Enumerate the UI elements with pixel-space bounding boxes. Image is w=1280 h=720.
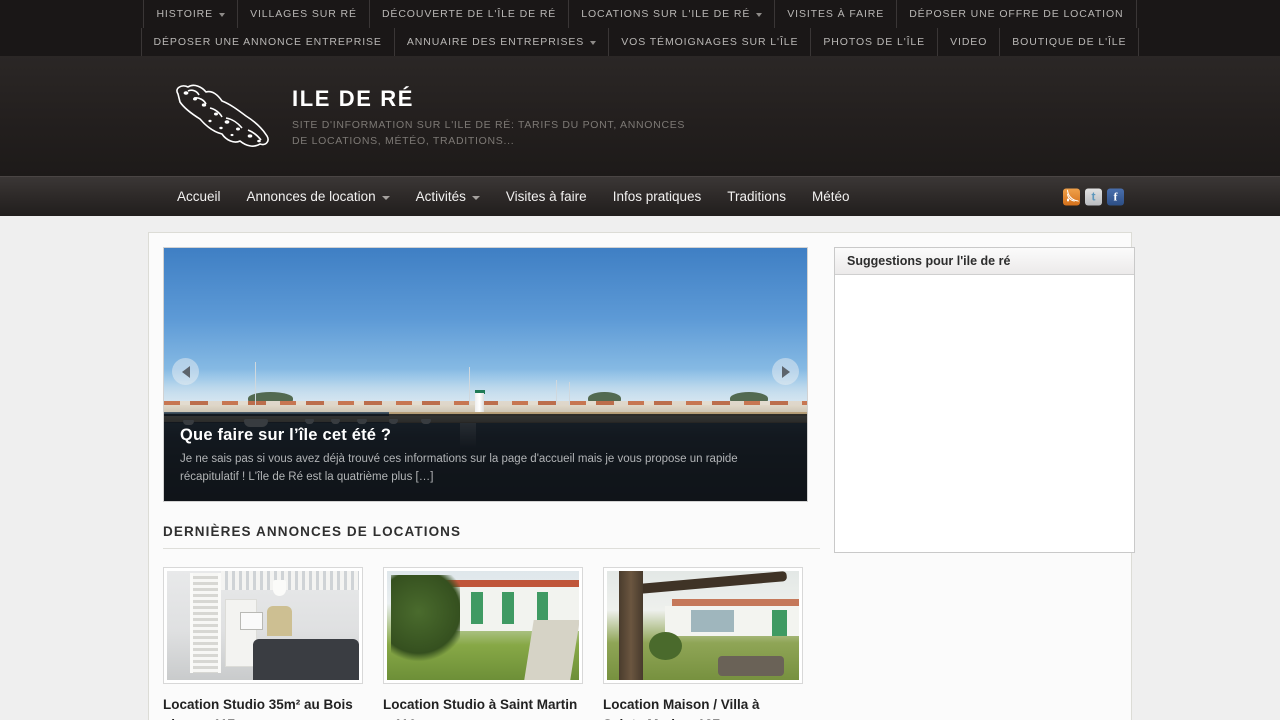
listing-card[interactable]: Location Maison / Villa à Sainte Marie –… <box>603 567 803 720</box>
nav-item-meteo[interactable]: Météo <box>799 177 863 216</box>
facebook-glyph: f <box>1113 189 1118 204</box>
slider-next-button[interactable] <box>772 358 799 385</box>
topnav-item-locations[interactable]: Locations sur l'ile de Ré <box>569 0 776 28</box>
topnav-item-photos[interactable]: Photos de l'île <box>811 28 939 56</box>
page-container: Que faire sur l’île cet été ? Je ne sais… <box>148 232 1135 720</box>
topnav-label: Locations sur l'ile de Ré <box>581 8 751 20</box>
twitter-icon[interactable]: t <box>1085 188 1102 205</box>
listing-image <box>387 571 579 680</box>
topnav-item-offre-location[interactable]: Déposer une offre de location <box>897 0 1137 28</box>
topnav-label: Video <box>950 36 988 48</box>
listing-card[interactable]: Location Studio 35m² au Bois plage – 117 <box>163 567 363 720</box>
listing-title[interactable]: Location Maison / Villa à Sainte Marie –… <box>603 695 803 720</box>
top-nav-row-1: Histoire Villages sur Ré Découverte de l… <box>0 0 1280 28</box>
main-navigation: Accueil Annonces de location Activités V… <box>0 176 1280 216</box>
nav-label: Infos pratiques <box>612 189 702 204</box>
topnav-label: Déposer une annonce entreprise <box>153 36 382 48</box>
nav-item-accueil[interactable]: Accueil <box>164 177 234 216</box>
nav-item-traditions[interactable]: Traditions <box>714 177 799 216</box>
listing-thumbnail[interactable] <box>163 567 363 684</box>
site-tagline: SITE D'INFORMATION SUR L'ILE DE RÉ: TARI… <box>292 119 686 147</box>
listing-thumbnail[interactable] <box>603 567 803 684</box>
nav-item-activites[interactable]: Activités <box>403 177 493 216</box>
listing-title[interactable]: Location Studio 35m² au Bois plage – 117 <box>163 695 363 720</box>
nav-item-annonces-de-location[interactable]: Annonces de location <box>234 177 403 216</box>
topnav-label: Visites à faire <box>787 8 885 20</box>
main-column: Que faire sur l’île cet été ? Je ne sais… <box>163 247 820 720</box>
nav-label: Visites à faire <box>505 189 587 204</box>
topnav-label: Photos de l'île <box>823 36 926 48</box>
slider-caption-title: Que faire sur l’île cet été ? <box>180 426 392 445</box>
chevron-left-icon <box>181 365 190 378</box>
topnav-item-boutique[interactable]: Boutique de l'île <box>1000 28 1140 56</box>
top-nav-row-2: Déposer une annonce entreprise Annuaire … <box>0 28 1280 56</box>
topnav-item-temoignages[interactable]: Vos témoignages sur l'île <box>609 28 812 56</box>
topnav-label: Vos témoignages sur l'île <box>621 36 799 48</box>
topnav-item-video[interactable]: Video <box>938 28 1001 56</box>
chevron-down-icon <box>756 13 763 17</box>
topnav-item-visites[interactable]: Visites à faire <box>775 0 898 28</box>
chevron-down-icon <box>471 195 480 200</box>
topnav-item-villages[interactable]: Villages sur Ré <box>238 0 370 28</box>
topnav-item-histoire[interactable]: Histoire <box>143 0 239 28</box>
topnav-label: Déposer une offre de location <box>909 8 1124 20</box>
topnav-item-decouverte[interactable]: Découverte de l'île de Ré <box>370 0 570 28</box>
nav-label: Accueil <box>177 189 221 204</box>
listing-image <box>167 571 359 680</box>
section-heading-latest-rentals: DERNIÈRES ANNONCES DE LOCATIONS <box>163 524 820 549</box>
slider-caption-text: Je ne sais pas si vous avez déjà trouvé … <box>180 453 738 484</box>
topnav-item-annonce-entreprise[interactable]: Déposer une annonce entreprise <box>140 28 395 56</box>
listing-thumbnail[interactable] <box>383 567 583 684</box>
listings-grid: Location Studio 35m² au Bois plage – 117… <box>163 567 820 720</box>
nav-label: Météo <box>812 189 850 204</box>
facebook-icon[interactable]: f <box>1107 188 1124 205</box>
rss-icon[interactable] <box>1063 188 1080 205</box>
site-title: ILE DE RÉ <box>292 86 414 112</box>
topnav-label: Boutique de l'île <box>1012 36 1127 48</box>
nav-item-infos-pratiques[interactable]: Infos pratiques <box>600 177 715 216</box>
widget-title: Suggestions pour l'ile de ré <box>835 248 1134 275</box>
listing-title[interactable]: Location Studio à Saint Martin – 116 <box>383 695 583 720</box>
widget-suggestions: Suggestions pour l'ile de ré <box>834 247 1135 553</box>
nav-label: Annonces de location <box>246 189 376 204</box>
featured-slider[interactable]: Que faire sur l’île cet été ? Je ne sais… <box>163 247 808 502</box>
social-links: t f <box>1063 188 1124 205</box>
nav-label: Traditions <box>727 189 787 204</box>
slider-caption[interactable]: Que faire sur l’île cet été ? Je ne sais… <box>164 414 807 501</box>
listing-card[interactable]: Location Studio à Saint Martin – 116 <box>383 567 583 720</box>
topnav-label: Villages sur Ré <box>250 8 357 20</box>
top-utility-nav: Histoire Villages sur Ré Découverte de l… <box>0 0 1280 56</box>
topnav-label: Annuaire des entreprises <box>406 36 585 48</box>
chevron-down-icon <box>381 195 390 200</box>
chevron-down-icon <box>590 41 597 45</box>
topnav-label: Histoire <box>156 8 214 20</box>
chevron-right-icon <box>781 365 790 378</box>
slider-prev-button[interactable] <box>172 358 199 385</box>
listing-image <box>607 571 799 680</box>
sidebar: Suggestions pour l'ile de ré <box>834 247 1135 720</box>
chevron-down-icon <box>219 13 226 17</box>
twitter-glyph: t <box>1091 189 1096 204</box>
topnav-label: Découverte de l'île de Ré <box>381 8 557 20</box>
site-header: ILE DE RÉ SITE D'INFORMATION SUR L'ILE D… <box>0 56 1280 176</box>
topnav-item-annuaire[interactable]: Annuaire des entreprises <box>395 28 610 56</box>
nav-label: Activités <box>415 189 466 204</box>
widget-content <box>835 275 1134 552</box>
nav-item-visites-a-faire[interactable]: Visites à faire <box>493 177 600 216</box>
island-map-logo-icon[interactable] <box>164 78 280 154</box>
